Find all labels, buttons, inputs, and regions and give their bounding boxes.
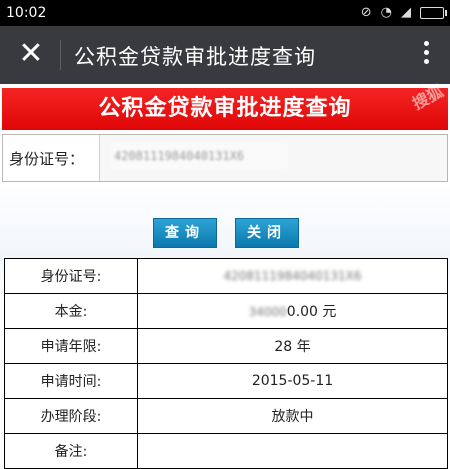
- row-label: 备注:: [4, 433, 138, 469]
- table-row: 备注:: [4, 433, 448, 469]
- row-value: 放款中: [137, 398, 448, 434]
- row-value: 340000.00 元: [137, 293, 448, 329]
- status-time: 10:02: [6, 5, 47, 21]
- principal-value-blurred: 34000: [248, 305, 287, 319]
- row-label: 身份证号:: [4, 258, 138, 294]
- page-content: 公积金贷款审批进度查询 搜狐 身份证号： 查询 关闭 身份证号: 4208111…: [0, 82, 450, 469]
- app-bar-divider: [60, 40, 61, 70]
- table-row: 身份证号: 4208111984040131X6: [4, 258, 448, 294]
- close-icon[interactable]: ✕: [16, 39, 46, 69]
- app-bar-title: 公积金贷款审批进度查询: [74, 45, 316, 69]
- page-banner: 公积金贷款审批进度查询 搜狐: [2, 82, 448, 130]
- battery-icon: [420, 7, 447, 19]
- banner-title: 公积金贷款审批进度查询: [98, 96, 352, 121]
- row-value: 28 年: [137, 328, 448, 364]
- row-value: [137, 433, 448, 469]
- wifi-icon: ◔: [380, 5, 392, 20]
- signal-icon: ◢: [401, 5, 411, 20]
- row-label: 办理阶段:: [4, 398, 138, 434]
- id-field-container: [99, 135, 447, 181]
- query-button[interactable]: 查询: [153, 218, 217, 248]
- result-table: 身份证号: 4208111984040131X6 本金: 340000.00 元…: [4, 258, 448, 469]
- id-label: 身份证号：: [9, 150, 85, 168]
- app-bar: ✕ 公积金贷款审批进度查询: [0, 26, 450, 84]
- watermark-logo: 搜狐: [409, 81, 447, 114]
- row-label: 本金:: [4, 293, 138, 329]
- status-bar: 10:02 ⊘ ◔ ◢: [0, 0, 450, 26]
- more-vert-icon[interactable]: [416, 38, 436, 72]
- table-row: 本金: 340000.00 元: [4, 293, 448, 329]
- table-row: 办理阶段: 放款中: [4, 398, 448, 434]
- close-button[interactable]: 关闭: [235, 218, 299, 248]
- row-label: 申请时间:: [4, 363, 138, 399]
- id-number-input[interactable]: [110, 143, 288, 169]
- row-value-text: 0.00 元: [286, 304, 337, 320]
- id-value-blurred: 4208111984040131X6: [223, 269, 362, 283]
- alarm-off-icon: ⊘: [360, 5, 372, 20]
- row-value: 2015-05-11: [137, 363, 448, 399]
- status-icons: ⊘ ◔ ◢: [360, 4, 447, 22]
- table-row: 申请时间: 2015-05-11: [4, 363, 448, 399]
- row-label: 申请年限:: [4, 328, 138, 364]
- table-row: 申请年限: 28 年: [4, 328, 448, 364]
- row-value: 4208111984040131X6: [137, 258, 448, 294]
- id-query-row: 身份证号：: [2, 134, 448, 182]
